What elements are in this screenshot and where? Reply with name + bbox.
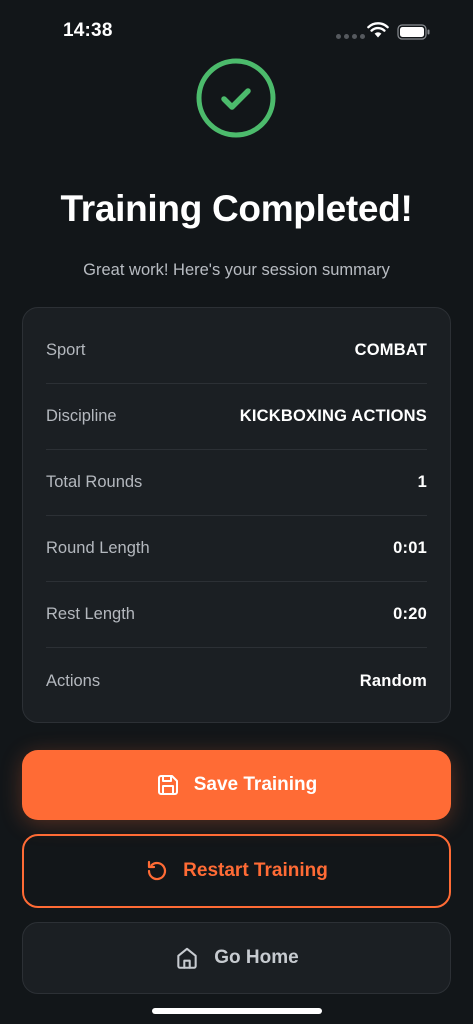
summary-label: Actions xyxy=(46,671,101,690)
cellular-signal-icon xyxy=(336,34,365,39)
battery-icon xyxy=(397,24,430,40)
summary-row-round-length: Round Length 0:01 xyxy=(46,516,427,582)
summary-value: 0:01 xyxy=(393,539,427,557)
save-icon xyxy=(157,775,178,795)
summary-label: Round Length xyxy=(46,539,150,557)
summary-row-discipline: Discipline KICKBOXING ACTIONS xyxy=(46,384,427,450)
save-training-button[interactable]: Save Training xyxy=(22,750,451,820)
go-home-button[interactable]: Go Home xyxy=(22,922,451,994)
save-training-label: Save Training xyxy=(193,774,318,795)
check-circle-icon xyxy=(196,58,276,138)
page-title: Training Completed! xyxy=(60,188,413,229)
home-icon xyxy=(177,947,197,969)
status-time: 14:38 xyxy=(63,20,113,41)
summary-row-actions: Actions Random xyxy=(46,648,427,714)
session-summary-card: Sport COMBAT Discipline KICKBOXING ACTIO… xyxy=(22,307,451,723)
status-bar: 14:38 xyxy=(0,0,473,64)
page-subtitle: Great work! Here's your session summary xyxy=(83,261,390,279)
summary-value: 0:20 xyxy=(393,605,427,623)
restart-training-button[interactable]: Restart Training xyxy=(22,834,451,908)
summary-label: Sport xyxy=(46,341,86,359)
summary-row-rest-length: Rest Length 0:20 xyxy=(46,582,427,648)
summary-label: Rest Length xyxy=(46,605,135,623)
summary-value: 1 xyxy=(417,473,427,491)
summary-value: COMBAT xyxy=(354,341,427,359)
summary-row-sport: Sport COMBAT xyxy=(46,318,427,384)
restart-training-label: Restart Training xyxy=(183,860,328,881)
training-summary-screen: 14:38 Training Completed! Great work! He… xyxy=(0,0,473,1024)
summary-value: KICKBOXING ACTIONS xyxy=(239,407,427,425)
restart-icon xyxy=(148,860,167,881)
go-home-label: Go Home xyxy=(214,947,299,968)
home-indicator[interactable] xyxy=(152,1008,322,1014)
summary-label: Discipline xyxy=(46,407,117,425)
summary-row-total-rounds: Total Rounds 1 xyxy=(46,450,427,516)
summary-label: Total Rounds xyxy=(46,473,143,491)
wifi-icon xyxy=(367,22,389,38)
summary-value: Random xyxy=(359,671,427,690)
